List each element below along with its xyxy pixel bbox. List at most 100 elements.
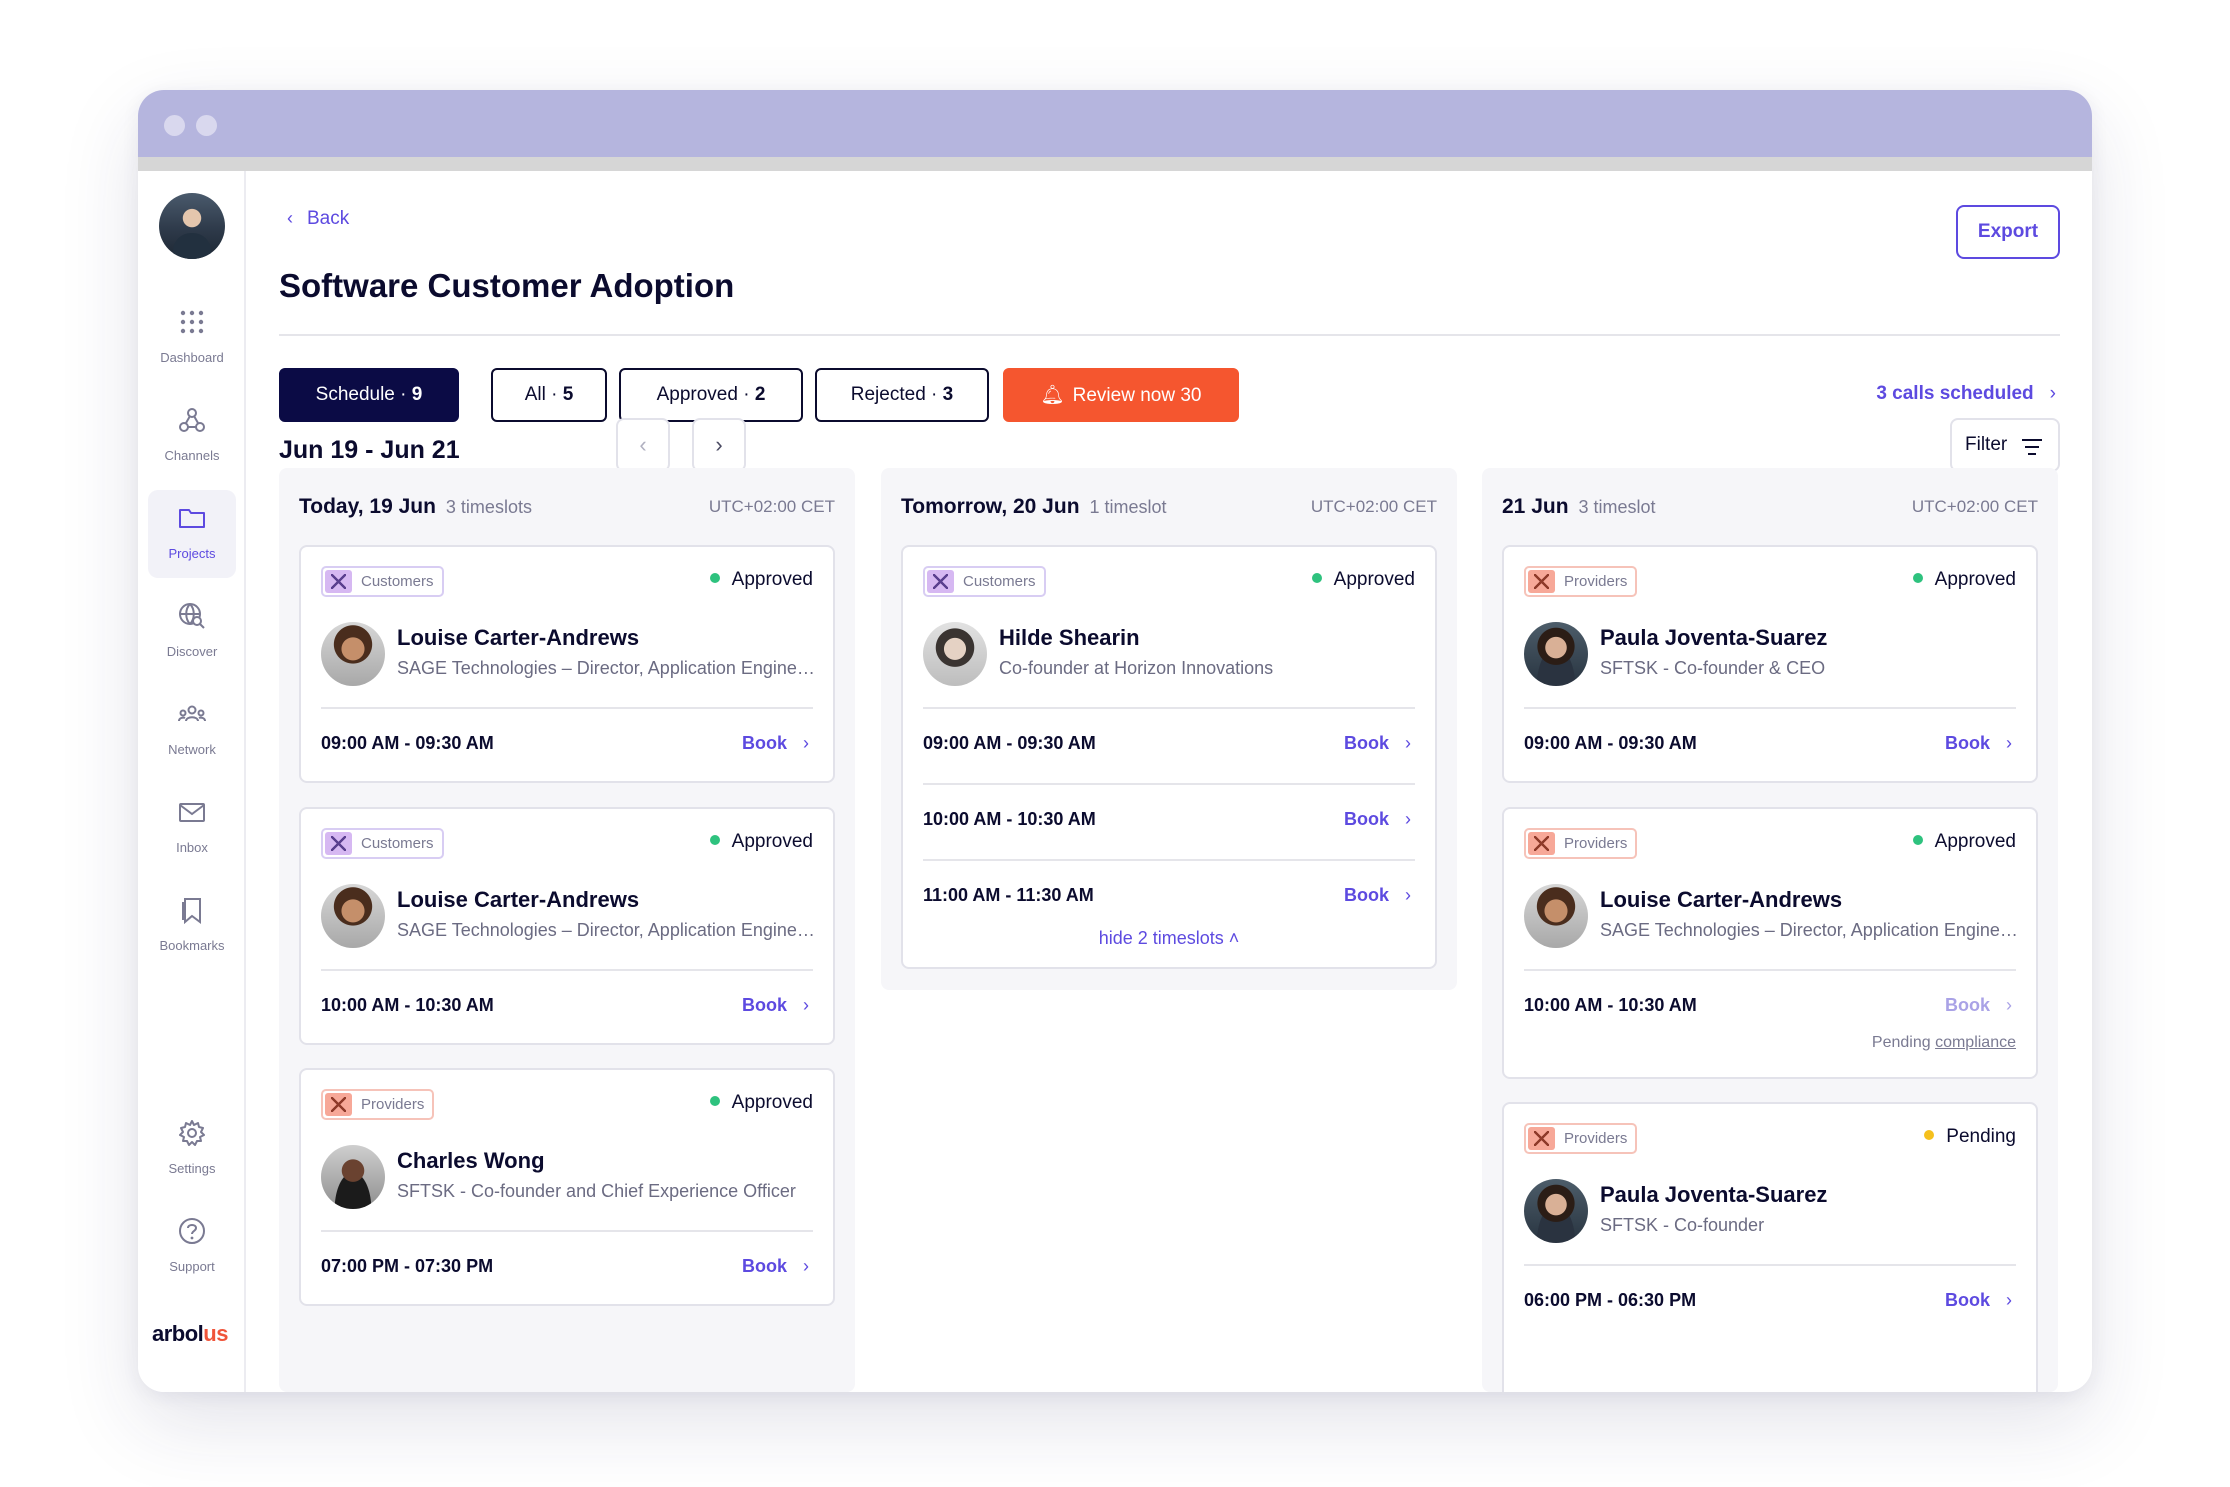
- sidebar-item-dashboard[interactable]: Dashboard: [148, 294, 236, 382]
- logo-text: arbol: [152, 1321, 204, 1346]
- status-badge: Approved: [1912, 569, 2016, 591]
- page-title: Software Customer Adoption: [279, 267, 735, 304]
- expert-card[interactable]: Providers Approved Louise Carter-Andrews…: [1502, 807, 2038, 1079]
- chevron-up-icon: ˄: [1228, 928, 1240, 948]
- folder-icon: [179, 509, 205, 528]
- day-column: Today, 19 Jun 3 timeslots UTC+02:00 CET C…: [279, 468, 855, 1392]
- review-now-button[interactable]: 🔔︎ Review now 30: [1003, 368, 1239, 422]
- book-button[interactable]: Book ›: [742, 733, 809, 754]
- card-divider: [1524, 707, 2016, 709]
- sidebar-item-bookmarks[interactable]: Bookmarks: [148, 882, 236, 970]
- window-dot[interactable]: [196, 115, 217, 136]
- hide-timeslots-link[interactable]: hide 2 timeslots ˄: [903, 928, 1435, 949]
- chevron-right-icon: ›: [2006, 995, 2012, 1015]
- window-dot[interactable]: [164, 115, 185, 136]
- status-badge: Approved: [709, 831, 813, 853]
- sidebar-item-inbox[interactable]: Inbox: [148, 784, 236, 872]
- sidebar-item-label: Channels: [164, 448, 220, 463]
- calls-scheduled-link[interactable]: 3 calls scheduled ›: [1876, 383, 2056, 405]
- day-title: Tomorrow, 20 Jun 1 timeslot: [901, 495, 1167, 519]
- logo-accent-text: us: [203, 1321, 228, 1346]
- status-label: Approved: [731, 1092, 813, 1113]
- sidebar-item-label: Discover: [166, 644, 218, 659]
- slot-time: 10:00 AM - 10:30 AM: [1524, 995, 1697, 1015]
- sidebar-item-label: Dashboard: [160, 350, 224, 365]
- expert-card[interactable]: Providers Approved Charles Wong SFTSK - …: [299, 1068, 835, 1306]
- tab-label: Rejected ·: [850, 384, 943, 405]
- chevron-right-icon: ›: [1405, 809, 1411, 829]
- export-button[interactable]: Export: [1956, 205, 2060, 259]
- sidebar: Dashboard Channels Projects Discover Net…: [138, 171, 246, 1392]
- sidebar-item-projects[interactable]: Projects: [148, 490, 236, 578]
- card-divider: [1524, 1264, 2016, 1266]
- status-badge: Approved: [709, 569, 813, 591]
- card-divider: [321, 1230, 813, 1232]
- tag-pill: Customers: [321, 566, 444, 597]
- expert-card[interactable]: Customers Approved Louise Carter-Andrews…: [299, 545, 835, 783]
- prev-week-button[interactable]: ‹: [616, 418, 670, 472]
- chevron-left-icon: ‹: [639, 432, 647, 457]
- tab-schedule[interactable]: Schedule · 9: [279, 368, 459, 422]
- sidebar-item-network[interactable]: Network: [148, 686, 236, 774]
- book-label: Book: [1344, 885, 1389, 905]
- book-button[interactable]: Book ›: [1945, 995, 2012, 1016]
- book-button[interactable]: Book ›: [1945, 1290, 2012, 1311]
- tab-label: Approved ·: [656, 384, 755, 405]
- status-dot: [1311, 573, 1322, 583]
- book-button[interactable]: Book ›: [1344, 809, 1411, 830]
- chevron-right-icon: ›: [715, 432, 723, 457]
- tag-label: Providers: [1564, 1130, 1628, 1147]
- header-divider: [279, 334, 2060, 336]
- avatar: [923, 622, 987, 686]
- sidebar-item-channels[interactable]: Channels: [148, 392, 236, 480]
- sidebar-item-label: Bookmarks: [159, 938, 225, 953]
- person-name: Hilde Shearin: [999, 625, 1140, 650]
- sidebar-item-label: Network: [168, 742, 216, 757]
- day-subtitle: 1 timeslot: [1089, 497, 1167, 517]
- expert-card[interactable]: Customers Approved Hilde Shearin Co-foun…: [901, 545, 1437, 969]
- tab-rejected[interactable]: Rejected · 3: [815, 368, 989, 422]
- tag-label: Providers: [1564, 573, 1628, 590]
- tag-label: Customers: [963, 573, 1036, 590]
- expert-card[interactable]: Customers Approved Louise Carter-Andrews…: [299, 807, 835, 1045]
- collapse-arrows-icon: [1528, 570, 1555, 593]
- person-role: SFTSK - Co-founder: [1600, 1215, 1765, 1235]
- person-role: SAGE Technologies – Director, Applicatio…: [397, 920, 817, 940]
- sidebar-item-discover[interactable]: Discover: [148, 588, 236, 676]
- status-badge: Approved: [709, 1092, 813, 1114]
- day-column-header: Tomorrow, 20 Jun 1 timeslot UTC+02:00 CET: [881, 468, 1457, 538]
- user-avatar[interactable]: [159, 193, 225, 259]
- book-button[interactable]: Book ›: [1945, 733, 2012, 754]
- bell-icon: 🔔︎: [1040, 385, 1065, 406]
- status-label: Approved: [1333, 569, 1415, 590]
- status-dot: [709, 573, 720, 583]
- status-dot: [1924, 1130, 1935, 1140]
- book-button[interactable]: Book ›: [742, 1256, 809, 1277]
- tab-approved[interactable]: Approved · 2: [619, 368, 803, 422]
- compliance-link[interactable]: compliance: [1935, 1034, 2016, 1051]
- tab-all[interactable]: All · 5: [491, 368, 607, 422]
- expert-card[interactable]: Providers Pending Paula Joventa-Suarez S…: [1502, 1102, 2038, 1392]
- book-button[interactable]: Book ›: [1344, 885, 1411, 906]
- tag-pill: Providers: [321, 1089, 435, 1120]
- timezone-label: UTC+02:00 CET: [1310, 497, 1437, 516]
- book-button[interactable]: Book ›: [742, 995, 809, 1016]
- tab-count: 2: [754, 384, 766, 405]
- filter-lines-icon: [2022, 439, 2042, 460]
- tab-count: 5: [562, 384, 574, 405]
- sidebar-item-label: Inbox: [176, 840, 208, 855]
- person-name: Charles Wong: [397, 1148, 545, 1173]
- expert-card[interactable]: Providers Approved Paula Joventa-Suarez …: [1502, 545, 2038, 783]
- collapse-arrows-icon: [325, 570, 352, 593]
- collapse-arrows-icon: [1528, 1127, 1555, 1150]
- next-week-button[interactable]: ›: [692, 418, 746, 472]
- sidebar-item-support[interactable]: Support: [148, 1203, 236, 1291]
- book-label: Book: [1344, 733, 1389, 753]
- back-link[interactable]: ‹ Back: [287, 208, 349, 230]
- book-button[interactable]: Book ›: [1344, 733, 1411, 754]
- slot-time: 10:00 AM - 10:30 AM: [321, 995, 494, 1015]
- timezone-label: UTC+02:00 CET: [1911, 497, 2038, 516]
- day-title-text: Today, 19 Jun: [299, 495, 436, 518]
- sidebar-item-settings[interactable]: Settings: [148, 1105, 236, 1193]
- filter-button[interactable]: Filter: [1950, 418, 2060, 472]
